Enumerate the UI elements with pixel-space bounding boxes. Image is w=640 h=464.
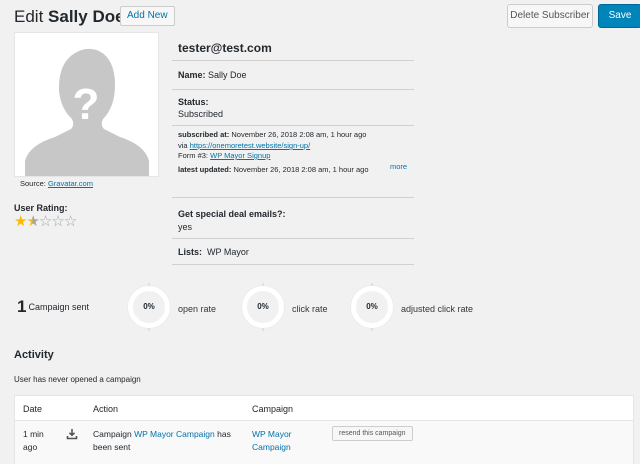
delete-subscriber-button[interactable]: Delete Subscriber (507, 4, 593, 28)
status-label: Status: (178, 97, 209, 107)
column-header-action: Action (93, 404, 119, 414)
campaigns-count: 1 (17, 297, 27, 316)
subscriber-email: tester@test.com (178, 41, 272, 55)
status-label-field: Status: (178, 97, 209, 107)
subscriber-name: Sally Doe (48, 7, 125, 26)
open-rate-label: open rate (178, 304, 217, 314)
add-new-button[interactable]: Add New (120, 6, 175, 26)
activity-date: 1 min ago (23, 429, 44, 452)
adjusted-click-rate-gauge: 0% (351, 283, 393, 331)
latest-updated: latest updated: November 26, 2018 2:08 a… (178, 165, 369, 175)
click-rate-gauge: 0% (242, 283, 284, 331)
adjusted-click-rate-label: adjusted click rate (401, 304, 474, 314)
title-prefix: Edit (14, 7, 44, 26)
deal-question: Get special deal emails?: (178, 209, 286, 219)
name-value: Sally Doe (208, 70, 247, 80)
star-empty-icon: ☆ (51, 213, 64, 230)
divider (172, 60, 414, 61)
divider (172, 264, 414, 265)
signup-source: via https://onemoretest.website/sign-up/ (178, 141, 310, 151)
avatar-source: Source: Gravatar.com (20, 179, 93, 188)
deal-answer: yes (178, 222, 193, 232)
lists-label: Lists: (178, 247, 203, 257)
action-campaign-link[interactable]: WP Mayor Campaign (134, 429, 215, 439)
campaigns-label: Campaign sent (28, 302, 90, 312)
svg-text:?: ? (73, 80, 100, 129)
activity-heading: Activity (14, 349, 54, 361)
lists-field: Lists: WP Mayor (178, 247, 249, 257)
star-half-icon: ★ (26, 213, 39, 230)
activity-table: Date Action Campaign 1 min ago Campaign … (14, 395, 634, 464)
more-link[interactable]: more (390, 162, 407, 171)
click-rate-label: click rate (292, 304, 328, 314)
status-value: Subscribed (178, 109, 224, 119)
avatar-source-label: Source: (20, 179, 46, 188)
signup-form-link[interactable]: WP Mayor Signup (210, 151, 270, 160)
campaign-stats: 1 Campaign sent 0% open rate 0% click rat… (17, 283, 617, 331)
form-label: Form #3: (178, 151, 209, 160)
column-header-campaign: Campaign (252, 404, 294, 414)
star-empty-icon: ☆ (63, 213, 77, 230)
name-field: Name: Sally Doe (178, 70, 247, 80)
download-icon (66, 429, 78, 440)
subscribed-at: subscribed at: November 26, 2018 2:08 am… (178, 130, 366, 140)
signup-form: Form #3: WP Mayor Signup (178, 151, 270, 161)
unknown-person-avatar-icon: ? (25, 48, 149, 176)
updated-label: latest updated: (178, 165, 232, 174)
star-empty-icon: ☆ (38, 213, 52, 230)
resend-campaign-button[interactable]: resend this campaign (332, 426, 413, 441)
gravatar-link[interactable]: Gravatar.com (48, 179, 93, 188)
page-title: Edit Sally Doe (14, 7, 125, 27)
divider (172, 197, 414, 198)
page-header: Edit Sally Doe Add New Delete Subscriber… (14, 4, 640, 28)
subscribed-at-value: November 26, 2018 2:08 am, 1 hour ago (231, 130, 367, 139)
name-label: Name: (178, 70, 206, 80)
divider (172, 89, 414, 90)
campaigns-sent: 1 Campaign sent (17, 297, 89, 317)
never-opened-text: User has never opened a campaign (14, 375, 141, 384)
star-full-icon: ★ (14, 213, 27, 230)
via-label: via (178, 141, 188, 150)
divider (172, 125, 414, 126)
deal-question-label: Get special deal emails?: (178, 209, 286, 219)
subscribed-at-label: subscribed at: (178, 130, 230, 139)
campaign-link[interactable]: WP Mayor Campaign (252, 428, 312, 454)
user-rating-stars: ★★☆☆☆ (14, 212, 77, 230)
table-row: 1 min ago Campaign WP Mayor Campaign has… (15, 421, 633, 464)
column-header-date: Date (23, 404, 43, 414)
save-button[interactable]: Save (598, 4, 640, 28)
action-prefix: Campaign (93, 429, 132, 439)
avatar: ? (14, 32, 159, 177)
updated-value: November 26, 2018 2:08 am, 1 hour ago (233, 165, 369, 174)
lists-value: WP Mayor (207, 247, 249, 257)
open-rate-gauge: 0% (128, 283, 170, 331)
divider (172, 238, 414, 239)
activity-action: Campaign WP Mayor Campaign has been sent (93, 428, 243, 454)
signup-url-link[interactable]: https://onemoretest.website/sign-up/ (190, 141, 310, 150)
